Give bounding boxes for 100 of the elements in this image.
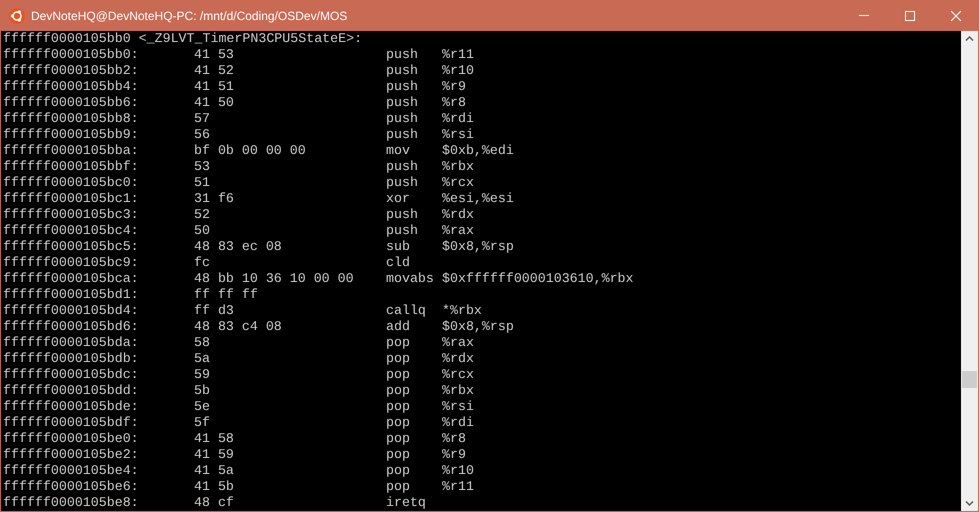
opcode-bytes: 41 58 bbox=[194, 431, 234, 446]
instruction-operands: %r8 bbox=[442, 431, 466, 446]
instruction-mnemonic: pop bbox=[386, 399, 410, 414]
instruction-mnemonic: push bbox=[386, 223, 418, 238]
opcode-bytes: 41 52 bbox=[194, 63, 234, 78]
instruction-mnemonic: push bbox=[386, 175, 418, 190]
instruction-operands: $0xffffff0000103610,%rbx bbox=[442, 271, 634, 286]
instruction-mnemonic: movabs bbox=[386, 271, 434, 286]
instruction-operands: %r9 bbox=[442, 79, 466, 94]
scroll-up-icon[interactable] bbox=[965, 36, 974, 41]
instruction-operands: %r8 bbox=[442, 95, 466, 110]
opcode-bytes: 53 bbox=[194, 159, 210, 174]
instruction-operands: %rax bbox=[442, 223, 474, 238]
scrollbar[interactable] bbox=[961, 31, 978, 511]
line-address: ffffff0000105bb6: bbox=[3, 95, 139, 110]
instruction-mnemonic: push bbox=[386, 127, 418, 142]
instruction-mnemonic: cld bbox=[386, 255, 410, 270]
instruction-mnemonic: sub bbox=[386, 239, 410, 254]
instruction-operands: %rcx bbox=[442, 367, 474, 382]
instruction-operands: %rdx bbox=[442, 207, 474, 222]
opcode-bytes: fc bbox=[194, 255, 210, 270]
opcode-bytes: 56 bbox=[194, 127, 210, 142]
instruction-mnemonic: pop bbox=[386, 479, 410, 494]
opcode-bytes: 41 53 bbox=[194, 47, 234, 62]
instruction-mnemonic: xor bbox=[386, 191, 410, 206]
instruction-mnemonic: pop bbox=[386, 447, 410, 462]
line-address: ffffff0000105bdc: bbox=[3, 367, 139, 382]
instruction-mnemonic: push bbox=[386, 79, 418, 94]
line-address: ffffff0000105bbf: bbox=[3, 159, 139, 174]
opcode-bytes: 41 5b bbox=[194, 479, 234, 494]
line-address: ffffff0000105bc3: bbox=[3, 207, 139, 222]
line-address: ffffff0000105be6: bbox=[3, 479, 139, 494]
maximize-icon bbox=[905, 10, 915, 20]
opcode-bytes: 5f bbox=[194, 415, 210, 430]
line-address: ffffff0000105bc0: bbox=[3, 175, 139, 190]
instruction-operands: *%rbx bbox=[442, 303, 482, 318]
opcode-bytes: ff d3 bbox=[194, 303, 234, 318]
opcode-bytes: 41 5a bbox=[194, 463, 234, 478]
opcode-bytes: 5e bbox=[194, 399, 210, 414]
line-address: ffffff0000105bb9: bbox=[3, 127, 139, 142]
instruction-mnemonic: pop bbox=[386, 415, 410, 430]
instruction-operands: %r10 bbox=[442, 63, 474, 78]
instruction-operands: %r9 bbox=[442, 447, 466, 462]
opcode-bytes: 57 bbox=[194, 111, 210, 126]
line-address: ffffff0000105bba: bbox=[3, 143, 139, 158]
app-icon bbox=[9, 8, 25, 24]
instruction-mnemonic: pop bbox=[386, 463, 410, 478]
opcode-bytes: 5a bbox=[194, 351, 210, 366]
instruction-operands: %esi,%esi bbox=[442, 191, 514, 206]
line-address: ffffff0000105bb8: bbox=[3, 111, 139, 126]
opcode-bytes: 41 50 bbox=[194, 95, 234, 110]
instruction-operands: $0xb,%edi bbox=[442, 143, 514, 158]
instruction-mnemonic: pop bbox=[386, 335, 410, 350]
line-address: ffffff0000105bb2: bbox=[3, 63, 139, 78]
opcode-bytes: 48 83 c4 08 bbox=[194, 319, 282, 334]
opcode-bytes: 41 59 bbox=[194, 447, 234, 462]
line-address: ffffff0000105bdf: bbox=[3, 415, 139, 430]
instruction-operands: $0x8,%rsp bbox=[442, 239, 514, 254]
instruction-operands: %rcx bbox=[442, 175, 474, 190]
line-address: ffffff0000105bd1: bbox=[3, 287, 139, 302]
instruction-operands: %rbx bbox=[442, 383, 474, 398]
instruction-mnemonic: pop bbox=[386, 351, 410, 366]
instruction-operands: %r11 bbox=[442, 479, 474, 494]
scroll-down-icon[interactable] bbox=[965, 501, 974, 506]
instruction-operands: %rdi bbox=[442, 415, 474, 430]
close-icon bbox=[951, 10, 961, 20]
opcode-bytes: 48 bb 10 36 10 00 00 bbox=[194, 271, 354, 286]
line-address: ffffff0000105be8: bbox=[3, 495, 139, 510]
opcode-bytes: 51 bbox=[194, 175, 210, 190]
line-address: ffffff0000105bc9: bbox=[3, 255, 139, 270]
opcode-bytes: 5b bbox=[194, 383, 210, 398]
line-address: ffffff0000105bda: bbox=[3, 335, 139, 350]
opcode-bytes: 48 cf bbox=[194, 495, 234, 510]
line-address: ffffff0000105bb0: bbox=[3, 47, 139, 62]
opcode-bytes: ff ff ff bbox=[194, 287, 258, 302]
opcode-bytes: 41 51 bbox=[194, 79, 234, 94]
line-address: ffffff0000105bd4: bbox=[3, 303, 139, 318]
instruction-mnemonic: push bbox=[386, 159, 418, 174]
line-address: ffffff0000105bdd: bbox=[3, 383, 139, 398]
line-address: ffffff0000105bca: bbox=[3, 271, 139, 286]
minimize-icon bbox=[859, 15, 869, 16]
line-address: ffffff0000105bdb: bbox=[3, 351, 139, 366]
opcode-bytes: 50 bbox=[194, 223, 210, 238]
opcode-bytes: 31 f6 bbox=[194, 191, 234, 206]
line-address: ffffff0000105bc5: bbox=[3, 239, 139, 254]
instruction-mnemonic: push bbox=[386, 95, 418, 110]
scroll-thumb[interactable] bbox=[962, 371, 977, 388]
opcode-bytes: 58 bbox=[194, 335, 210, 350]
opcode-bytes: 48 83 ec 08 bbox=[194, 239, 282, 254]
line-address: ffffff0000105be2: bbox=[3, 447, 139, 462]
instruction-operands: %rbx bbox=[442, 159, 474, 174]
instruction-operands: %rdi bbox=[442, 111, 474, 126]
instruction-mnemonic: push bbox=[386, 111, 418, 126]
line-address: ffffff0000105bc1: bbox=[3, 191, 139, 206]
instruction-operands: %rax bbox=[442, 335, 474, 350]
line-address: ffffff0000105bb4: bbox=[3, 79, 139, 94]
opcode-bytes: 59 bbox=[194, 367, 210, 382]
instruction-mnemonic: iretq bbox=[386, 495, 426, 510]
instruction-mnemonic: pop bbox=[386, 367, 410, 382]
opcode-bytes: bf 0b 00 00 00 bbox=[194, 143, 306, 158]
